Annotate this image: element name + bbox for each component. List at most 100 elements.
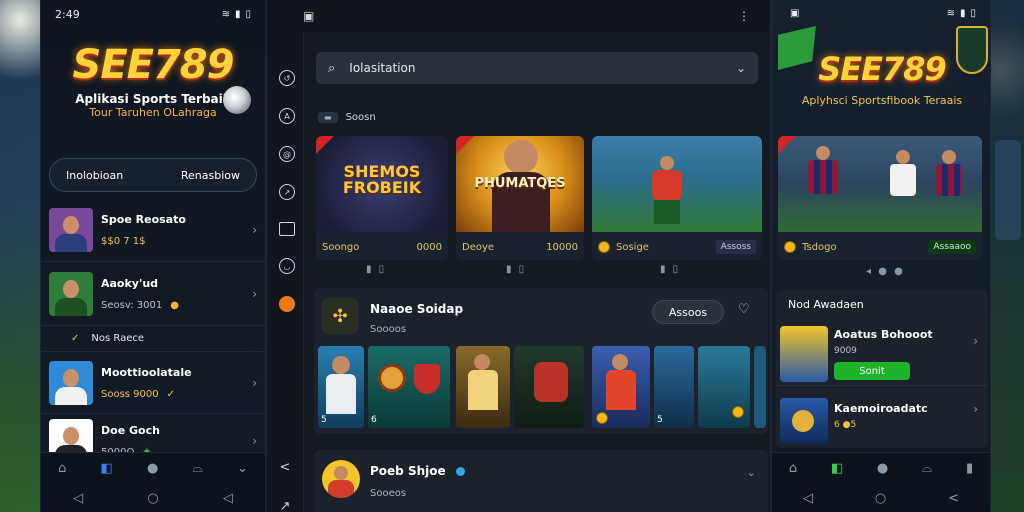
hot-ribbon — [456, 136, 474, 154]
share-icon[interactable]: < — [280, 460, 291, 475]
card-icon[interactable] — [279, 222, 295, 236]
send-icon[interactable]: ↗ — [280, 499, 291, 512]
ball-icon[interactable]: ● — [147, 461, 158, 476]
search-bar[interactable]: ⌕ Iolasitation ⌄ — [316, 52, 758, 84]
game-tile[interactable] — [698, 346, 750, 428]
list-item[interactable]: Moottioolatale Sooss 9000 ✓ › — [41, 352, 265, 414]
home-icon[interactable]: ⌂ — [789, 461, 797, 476]
game-tile[interactable]: 6 — [368, 346, 450, 428]
chevron-down-icon[interactable]: ⌄ — [747, 466, 756, 479]
status-bar: ▣ ≋ ▮ ▯ — [772, 0, 990, 26]
swirl-icon[interactable]: @ — [279, 146, 295, 162]
list-item[interactable]: Spoe Reosato $$0 7 1$ › — [41, 198, 265, 262]
list-item[interactable]: Aoatus Bohooot 9009 Sonit › — [776, 322, 988, 386]
section-tag: ▬ — [318, 112, 338, 123]
panel-action-button[interactable]: Assoos — [652, 300, 724, 324]
back-icon[interactable]: ◁ — [803, 491, 813, 506]
game-tile[interactable] — [754, 346, 766, 428]
sport-icon[interactable]: ↺ — [279, 70, 295, 86]
heart-icon[interactable]: ♡ — [738, 302, 750, 317]
panel-subtitle: Soooos — [370, 324, 407, 335]
card-label: Tsdogo — [802, 241, 837, 253]
brand-logo: SEE789 — [72, 42, 235, 88]
game-tile[interactable] — [514, 346, 584, 428]
shirt-icon[interactable]: ▮ — [966, 461, 973, 476]
hot-ribbon — [316, 136, 334, 154]
bottom-nav: ⌂ ◧ ● ⌓ ⌄ ◁ ○ ◁ — [41, 452, 265, 512]
signal-icon: ▮ — [234, 8, 241, 20]
card-art-title: PHUMATQES — [474, 176, 566, 191]
card-footer: Tsdogo Assaaoo — [778, 234, 982, 260]
main-content: ⌕ Iolasitation ⌄ ▬ Soosn SHEMOS FROBEIK … — [303, 32, 770, 512]
recent-icon[interactable]: < — [948, 491, 959, 506]
back-icon[interactable]: ◁ — [73, 491, 83, 506]
list-item-badge: ● — [170, 299, 179, 311]
top-bar: ▣ ⋮ — [267, 0, 770, 32]
search-input[interactable]: Iolasitation — [349, 61, 736, 75]
battery-icon: ▯ — [245, 8, 251, 20]
section-panel: Nod Awadaen Aoatus Bohooot 9009 Sonit › … — [776, 290, 988, 448]
avatar — [49, 207, 93, 252]
signal-icon: ▮ — [959, 7, 966, 19]
list-item[interactable]: Aaoky'ud Seosv: 3001 ● › — [41, 262, 265, 326]
card-value: 10000 — [546, 241, 578, 253]
player-head — [660, 156, 674, 170]
list-item-title: Aoatus Bohooot — [834, 328, 933, 341]
game-tile[interactable]: 5 — [318, 346, 364, 428]
list-item-title: Moottioolatale — [101, 365, 192, 379]
avatar — [49, 360, 93, 405]
recent-icon[interactable]: ◁ — [223, 491, 233, 506]
register-button[interactable]: Renasbiow — [181, 169, 240, 182]
home-circle-icon[interactable]: ○ — [147, 491, 158, 506]
game-card[interactable]: SHEMOS FROBEIK Soongo 0000 — [316, 136, 448, 260]
list-item[interactable]: Kaemoiroadatc 6 ●5 › — [776, 396, 988, 444]
card-footer: Soongo 0000 — [316, 234, 448, 260]
card-art: PHUMATQES — [456, 136, 584, 232]
player-shorts — [654, 200, 680, 224]
wifi-icon: ≋ — [946, 7, 955, 19]
game-tile[interactable]: 5 — [654, 346, 694, 428]
ball-icon[interactable]: ● — [877, 461, 888, 476]
chevron-right-icon: › — [252, 433, 257, 448]
home-icon[interactable]: ⌂ — [58, 461, 66, 476]
trophy-icon[interactable]: ⌓ — [922, 461, 932, 476]
avatar — [780, 398, 828, 444]
list-item[interactable]: ✓ Nos Raece — [41, 326, 265, 352]
bell-icon[interactable]: ⌓ — [193, 461, 203, 476]
lock-icon[interactable]: A — [279, 108, 295, 124]
left-phone: 2:49 ≋ ▮ ▯ SEE789 Aplikasi Sports Terbai… — [40, 0, 266, 512]
tile-count: 6 — [371, 415, 377, 425]
compass-icon[interactable]: ↗ — [279, 184, 295, 200]
side-rail: ↺ A @ ↗ ◡ — [269, 70, 305, 312]
fire-icon[interactable] — [279, 296, 295, 312]
card-tag[interactable]: Assaaoo — [928, 240, 976, 254]
game-tile[interactable] — [456, 346, 510, 428]
game-card[interactable]: PHUMATQES Deoye 10000 — [456, 136, 584, 260]
app-icon[interactable]: ▣ — [303, 9, 314, 23]
soccer-ball-icon — [223, 86, 251, 114]
menu-dots-icon[interactable]: ⋮ — [738, 9, 750, 23]
match-card[interactable]: Tsdogo Assaaoo — [778, 136, 982, 260]
bottom-panel[interactable]: Poeb Shjoe Sooeos ⌄ — [314, 450, 768, 512]
brand-header: SEE789 Aplyhsci Sportsfibook Teraais — [772, 50, 990, 107]
tile-count: 5 — [321, 415, 327, 425]
section-label: Soosn — [345, 112, 376, 123]
clock: 2:49 — [55, 7, 80, 21]
chevron-right-icon: › — [252, 375, 257, 390]
chevron-right-icon: › — [252, 286, 257, 301]
shield-icon[interactable]: ◡ — [279, 258, 295, 274]
tagline: Aplyhsci Sportsfibook Teraais — [801, 94, 963, 107]
list-item-action-button[interactable]: Sonit — [834, 362, 910, 380]
login-button[interactable]: Inolobioan — [66, 169, 123, 182]
chat-icon[interactable]: ◧ — [831, 461, 843, 476]
game-tile[interactable] — [592, 346, 650, 428]
battery-icon: ▯ — [970, 7, 976, 19]
game-card[interactable]: Sosige Assoss — [592, 136, 762, 260]
coin-icon — [732, 406, 744, 418]
home-circle-icon[interactable]: ○ — [875, 491, 886, 506]
list-item-title: Nos Raece — [91, 333, 145, 344]
bookmark-icon[interactable]: ◧ — [101, 461, 113, 476]
chevron-right-icon: › — [973, 402, 978, 416]
card-tag[interactable]: Assoss — [715, 240, 756, 254]
more-icon[interactable]: ⌄ — [237, 461, 248, 476]
